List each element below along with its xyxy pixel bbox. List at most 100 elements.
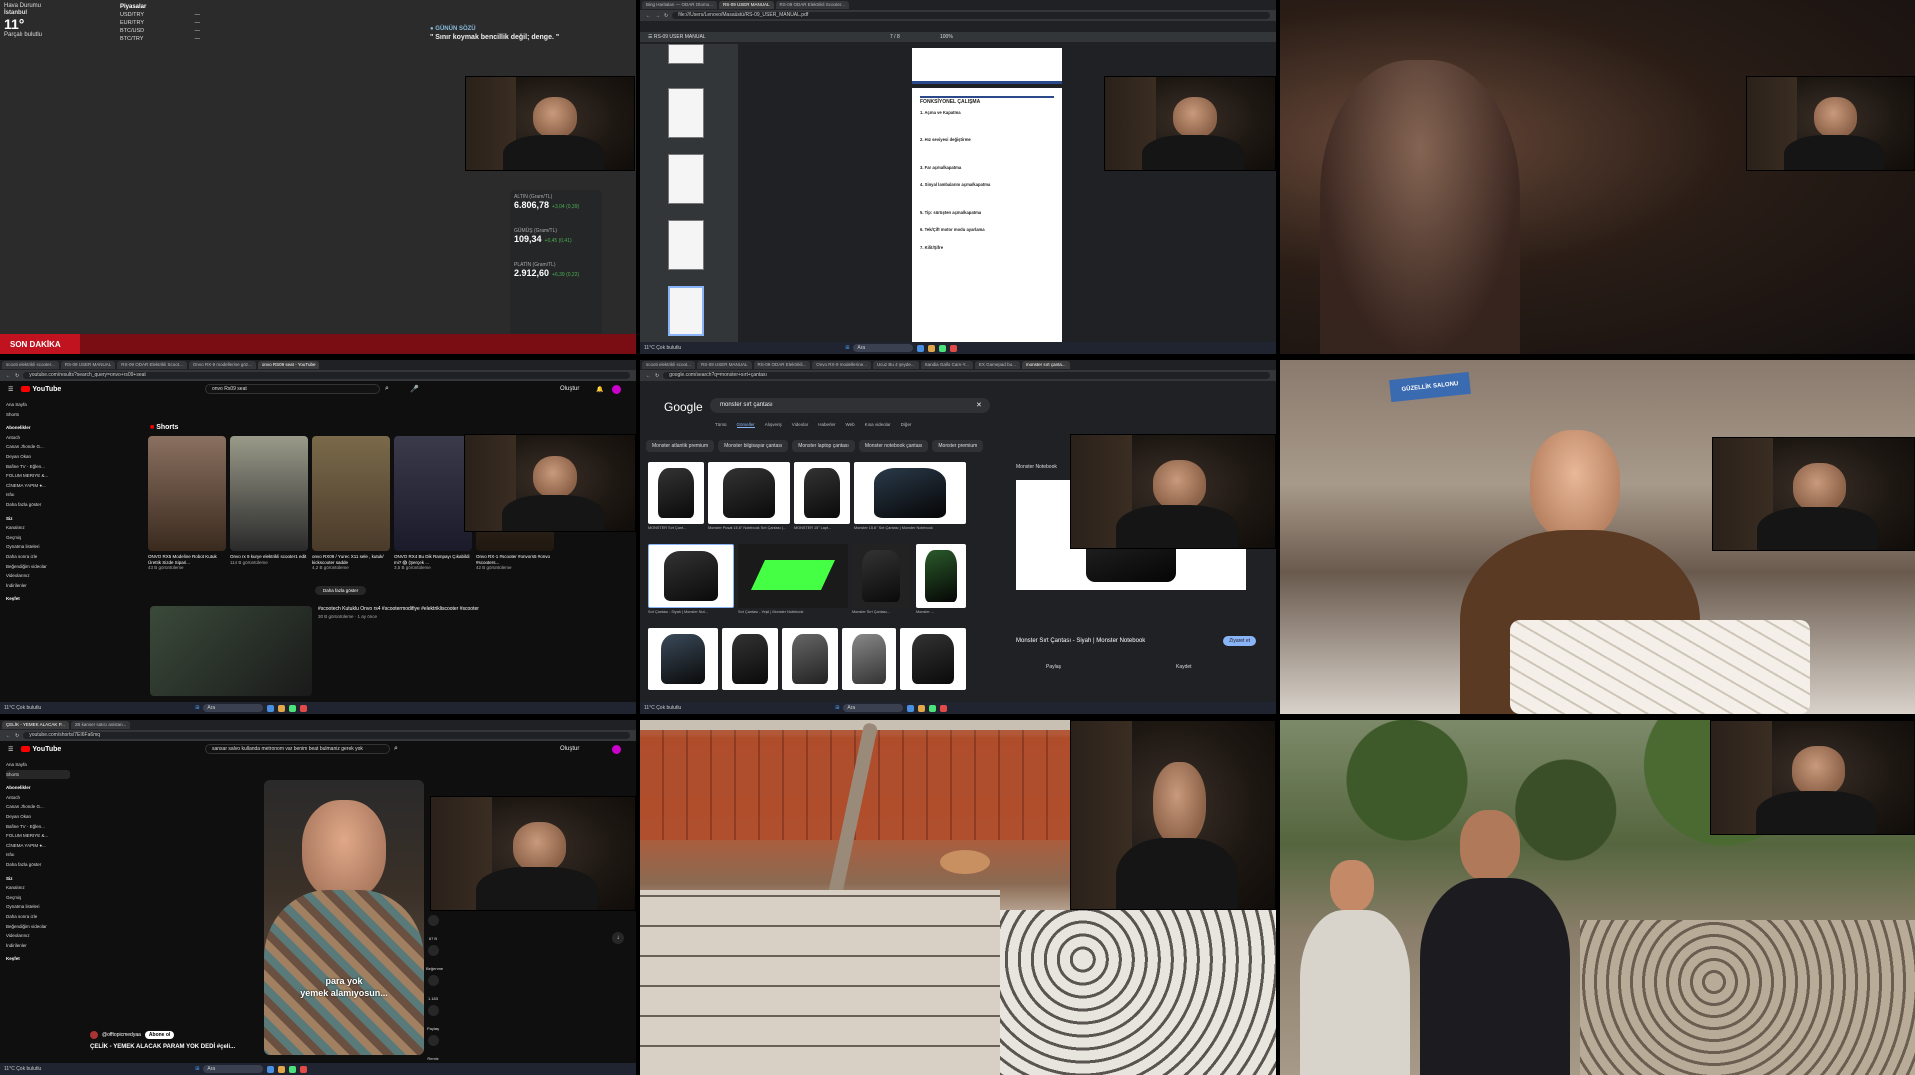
video-title[interactable]: #scootech Kutuklu Onvo rs4 #scootermodif… <box>318 606 558 619</box>
sidebar-channel[interactable]: Antoch <box>6 793 70 803</box>
comment-icon[interactable] <box>427 975 439 986</box>
windows-start-icon[interactable]: ⊞ <box>195 705 199 711</box>
image-caption[interactable]: Monster 15.6" Sırt Çantası | Monster Not… <box>854 526 966 531</box>
channel-avatar[interactable] <box>90 1031 98 1039</box>
avatar[interactable] <box>612 744 621 754</box>
search-tab-images[interactable]: Görseller <box>736 422 755 428</box>
image-result[interactable] <box>648 628 718 690</box>
refine-chip[interactable]: Monster laptop çantası <box>792 440 855 452</box>
refine-chip[interactable]: Monster notebook çantası <box>858 440 929 452</box>
search-tab[interactable]: Haberler <box>818 422 835 428</box>
taskbar-search[interactable]: Ara <box>843 704 904 712</box>
search-input[interactable]: sansar salvo kullanda metronom var benim… <box>205 744 390 754</box>
image-result[interactable] <box>722 628 778 690</box>
windows-start-icon[interactable]: ⊞ <box>835 705 839 711</box>
sidebar-channel[interactable]: Canan Jhonde G... <box>6 442 70 452</box>
taskbar-search[interactable]: Ara <box>203 1065 264 1073</box>
image-result[interactable] <box>648 544 734 608</box>
create-button[interactable]: Oluştur <box>560 386 579 392</box>
browser-tab[interactable]: Sandia Gallo Cam-Y... <box>920 361 973 369</box>
address-bar[interactable]: ← ↻ youtube.com/shorts/7EI6Fa6mq <box>0 730 636 741</box>
search-icon[interactable]: ⌕ <box>394 745 398 753</box>
image-result[interactable] <box>916 544 966 608</box>
sidebar-item[interactable]: Beğendiğim videolar <box>6 922 70 932</box>
remix-icon[interactable] <box>427 1035 439 1046</box>
youtube-logo[interactable]: YouTube <box>21 746 61 753</box>
short-caption[interactable]: ÇELİK - YEMEK ALACAK PARAM YOK DEDİ #çel… <box>90 1044 235 1050</box>
browser-tab[interactable]: RS-09 USER MANUAL <box>60 361 116 369</box>
show-more-button[interactable]: Daha fazla göster <box>315 586 367 595</box>
image-caption[interactable]: MONSTER 15" Lapt... <box>794 526 852 531</box>
sidebar-header-you[interactable]: Siz <box>6 514 70 524</box>
sidebar-show-more[interactable]: Daha fazla göster <box>6 500 70 510</box>
image-result[interactable] <box>708 462 790 524</box>
sidebar-item[interactable]: İndirilenler <box>6 941 70 951</box>
pdf-thumbnail[interactable] <box>668 154 704 204</box>
browser-tab[interactable]: 2B kanser satıcı asistan... <box>70 721 131 729</box>
search-input[interactable]: onvo Rs09 seat <box>205 384 380 394</box>
taskbar-search[interactable]: Ara <box>203 704 264 712</box>
sidebar-show-more[interactable]: Daha fazla göster <box>6 860 70 870</box>
refine-chip[interactable]: Monster premium <box>932 440 984 452</box>
sidebar-item[interactable]: Videolarınız <box>6 571 70 581</box>
sidebar-item[interactable]: Oynatma listeleri <box>6 902 70 912</box>
preview-title[interactable]: Monster Sırt Çantası - Siyah | Monster N… <box>1016 638 1145 644</box>
video-thumbnail[interactable] <box>150 606 312 696</box>
share-button[interactable]: Paylaş <box>1046 664 1061 670</box>
sidebar-item[interactable]: Daha sonra izle <box>6 552 70 562</box>
sidebar-channel[interactable]: Isfuı <box>6 490 70 500</box>
app-icon[interactable] <box>289 704 297 712</box>
app-icon[interactable] <box>939 344 947 352</box>
menu-icon[interactable]: ☰ <box>8 386 13 393</box>
google-logo[interactable]: Google <box>664 400 703 414</box>
image-result[interactable] <box>854 462 966 524</box>
visit-button[interactable]: Ziyaret et <box>1223 636 1256 646</box>
youtube-logo[interactable]: YouTube <box>21 386 61 393</box>
pdf-thumbnail[interactable] <box>668 44 704 64</box>
sidebar-channel[interactable]: CİNEMA YAPIM ●... <box>6 841 70 851</box>
refine-chip[interactable]: Monster bilgisayar çantası <box>718 440 789 452</box>
address-bar[interactable]: ← → ↻ file:///Users/Lenovo/Masaüstü/RS-0… <box>640 10 1276 21</box>
browser-tab[interactable]: monster sırt çanta... <box>1021 361 1070 369</box>
app-icon[interactable] <box>918 704 926 712</box>
app-icon[interactable] <box>289 1065 297 1073</box>
sidebar-item[interactable]: İndirilenler <box>6 581 70 591</box>
app-icon[interactable] <box>278 704 286 712</box>
image-result[interactable] <box>842 628 896 690</box>
app-icon[interactable] <box>267 704 275 712</box>
browser-tab[interactable]: scooti elektrikli scoot... <box>642 361 696 369</box>
pdf-thumbnail[interactable] <box>668 286 704 336</box>
image-caption[interactable]: Monster ... <box>916 610 966 615</box>
subscribe-button[interactable]: Abone ol <box>144 1031 175 1039</box>
image-result[interactable] <box>648 462 704 524</box>
sidebar-item[interactable]: Beğendiğim videolar <box>6 562 70 572</box>
sidebar-item-shorts[interactable]: Shorts <box>6 410 70 420</box>
sidebar-channel[interactable]: CİNEMA YAPIM ●... <box>6 481 70 491</box>
create-button[interactable]: Oluştur <box>560 746 579 752</box>
zoom-level[interactable]: 100% <box>940 32 953 42</box>
back-icon[interactable]: ← <box>646 13 651 19</box>
sidebar-channel[interactable]: Canan Jhonde G... <box>6 802 70 812</box>
browser-tab[interactable]: scooti elektrikli scooter... <box>2 361 59 369</box>
search-tab[interactable]: Kısa videolar <box>865 422 891 428</box>
search-input[interactable]: monster sırt çantası <box>710 398 990 413</box>
forward-icon[interactable]: → <box>655 13 660 19</box>
reload-icon[interactable]: ↻ <box>664 13 668 19</box>
sidebar-channel[interactable]: Bafine TV - Eğlen... <box>6 822 70 832</box>
next-short-icon[interactable]: ↓ <box>612 932 624 944</box>
sidebar-header-subscriptions[interactable]: Abonelikler <box>6 783 70 793</box>
sidebar-item[interactable]: Kanalınız <box>6 883 70 893</box>
reload-icon[interactable]: ↻ <box>15 373 19 379</box>
app-icon[interactable] <box>300 1065 308 1073</box>
refine-chip[interactable]: Monster atlantik premium <box>646 440 715 452</box>
browser-tab[interactable]: RS-09 ODAR Elektrikli Scooter... <box>775 1 849 9</box>
sidebar-channel[interactable]: Isfuı <box>6 850 70 860</box>
short-caption[interactable]: onvo RX09 / Yurec X11 sele , kutuk/ kick… <box>312 554 392 571</box>
windows-start-icon[interactable]: ⊞ <box>845 345 849 351</box>
address-bar[interactable]: ← ↻ google.com/search?q=monster+sırt+çan… <box>640 370 1276 381</box>
app-icon[interactable] <box>940 704 948 712</box>
sidebar-channel[interactable]: Bafine TV - Eğlen... <box>6 462 70 472</box>
sidebar-channel[interactable]: Antoch <box>6 433 70 443</box>
search-tab[interactable]: Alışveriş <box>765 422 782 428</box>
url-field[interactable]: file:///Users/Lenovo/Masaüstü/RS-09_USER… <box>672 12 1270 19</box>
